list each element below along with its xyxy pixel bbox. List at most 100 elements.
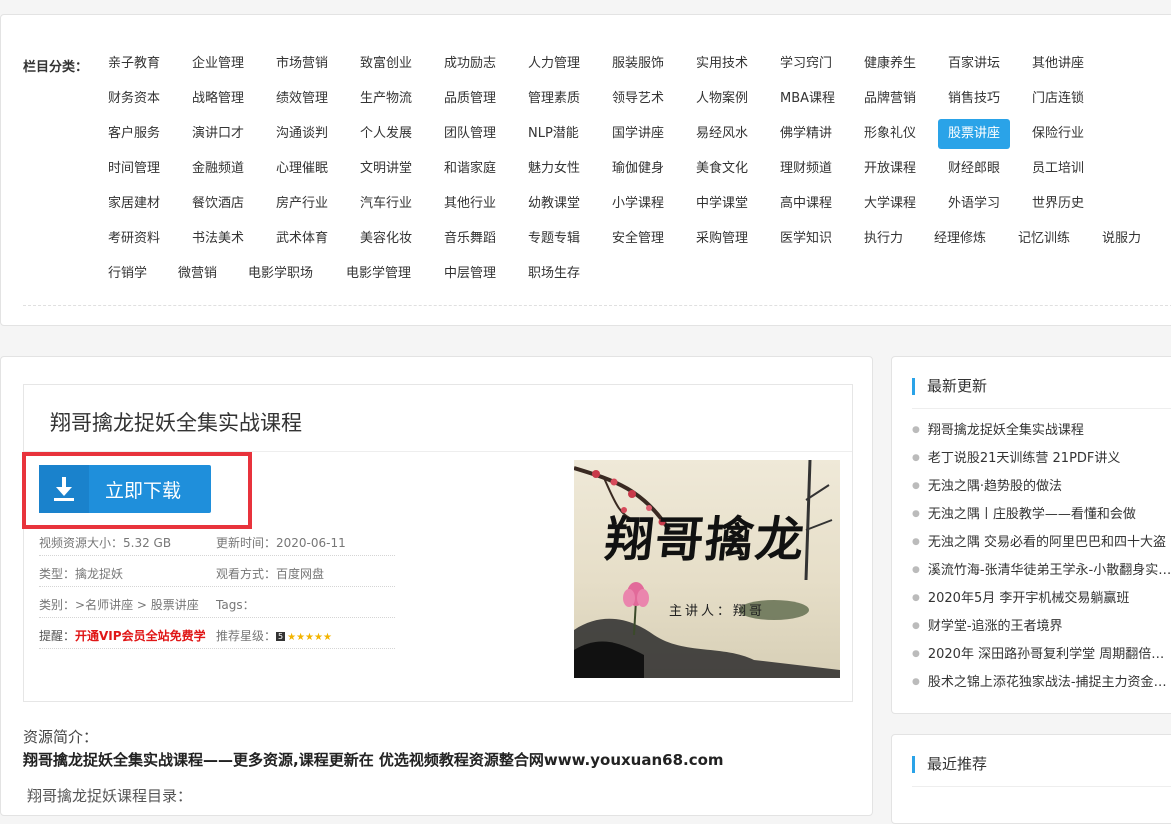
category-item[interactable]: 职场生存 <box>528 264 580 284</box>
category-item[interactable]: 瑜伽健身 <box>612 159 664 179</box>
category-item[interactable]: 沟通谈判 <box>276 124 328 144</box>
latest-update-item[interactable]: ● 溪流竹海-张清华徒弟王学永-小散翻身实战课 <box>912 559 1171 578</box>
category-item[interactable]: 微营销 <box>178 264 217 284</box>
category-item[interactable]: 国学讲座 <box>612 124 664 144</box>
category-item[interactable]: 团队管理 <box>444 124 496 144</box>
category-item-active[interactable]: 股票讲座 <box>938 119 1011 149</box>
category-item[interactable]: 文明讲堂 <box>360 159 412 179</box>
category-item[interactable]: 企业管理 <box>192 54 244 74</box>
latest-update-title: 翔哥擒龙捉妖全集实战课程 <box>927 423 1084 438</box>
category-item[interactable]: 魅力女性 <box>528 159 580 179</box>
category-item[interactable]: 书法美术 <box>192 229 244 249</box>
category-item[interactable]: 成功励志 <box>444 54 496 74</box>
category-item[interactable]: 品质管理 <box>444 89 496 109</box>
category-item[interactable]: 采购管理 <box>696 229 748 249</box>
category-item[interactable]: 市场营销 <box>276 54 328 74</box>
category-item[interactable]: 执行力 <box>864 229 903 249</box>
category-item[interactable]: 心理催眠 <box>276 159 328 179</box>
category-item[interactable]: 员工培训 <box>1032 159 1084 179</box>
category-item[interactable]: 音乐舞蹈 <box>444 229 496 249</box>
category-item[interactable]: 武术体育 <box>276 229 328 249</box>
category-item[interactable]: 健康养生 <box>864 54 916 74</box>
type-link[interactable]: 擒龙捉妖 <box>75 567 123 581</box>
category-item[interactable]: 理财频道 <box>780 159 832 179</box>
category-item[interactable]: 汽车行业 <box>360 194 412 214</box>
category-item[interactable]: 保险行业 <box>1032 124 1084 144</box>
latest-update-item[interactable]: ● 2020年 深田路孙哥复利学堂 周期翻倍战法 <box>912 643 1171 662</box>
category-item[interactable]: 品牌营销 <box>864 89 916 109</box>
category-item[interactable]: 佛学精讲 <box>780 124 832 144</box>
category-item[interactable]: 服装服饰 <box>612 54 664 74</box>
category-item[interactable]: 销售技巧 <box>948 89 1000 109</box>
category-item[interactable]: 小学课程 <box>612 194 664 214</box>
category-item[interactable]: 美食文化 <box>696 159 748 179</box>
category-item[interactable]: MBA课程 <box>780 89 835 109</box>
category-item[interactable]: 人力管理 <box>528 54 580 74</box>
intro-text: 翔哥擒龙捉妖全集实战课程——更多资源,课程更新在 优选视频教程资源整合网www.… <box>23 751 724 769</box>
bullet-icon: ● <box>912 593 920 603</box>
category-item[interactable]: 世界历史 <box>1032 194 1084 214</box>
category-item[interactable]: 电影学管理 <box>346 264 411 284</box>
category-item[interactable]: 美容化妆 <box>360 229 412 249</box>
category-item[interactable]: NLP潜能 <box>528 124 579 144</box>
category-item[interactable]: 电影学职场 <box>248 264 313 284</box>
category-item[interactable]: 经理修炼 <box>934 229 986 249</box>
latest-update-item[interactable]: ● 财学堂-追涨的王者境界 <box>912 615 1171 634</box>
category-item[interactable]: 致富创业 <box>360 54 412 74</box>
category-item[interactable]: 演讲口才 <box>192 124 244 144</box>
latest-update-item[interactable]: ● 无浊之隅丨庄股教学——看懂和会做 <box>912 503 1171 522</box>
category-item[interactable]: 外语学习 <box>948 194 1000 214</box>
category-item[interactable]: 中学课堂 <box>696 194 748 214</box>
category-item[interactable]: 高中课程 <box>780 194 832 214</box>
category-item[interactable]: 医学知识 <box>780 229 832 249</box>
latest-updates-divider <box>912 408 1171 409</box>
category-item[interactable]: 人物案例 <box>696 89 748 109</box>
latest-update-item[interactable]: ● 无浊之隅 交易必看的阿里巴巴和四十大盗 <box>912 531 1171 550</box>
latest-update-item[interactable]: ● 翔哥擒龙捉妖全集实战课程 <box>912 419 1171 438</box>
category-item[interactable]: 绩效管理 <box>276 89 328 109</box>
category-item[interactable]: 餐饮酒店 <box>192 194 244 214</box>
category-item[interactable]: 考研资料 <box>108 229 160 249</box>
latest-update-item[interactable]: ● 无浊之隅·趋势股的做法 <box>912 475 1171 494</box>
category-item[interactable]: 幼教课堂 <box>528 194 580 214</box>
category-item[interactable]: 家居建材 <box>108 194 160 214</box>
category-item[interactable]: 领导艺术 <box>612 89 664 109</box>
category-item[interactable]: 记忆训练 <box>1018 229 1070 249</box>
category-item[interactable]: 生产物流 <box>360 89 412 109</box>
category-item[interactable]: 开放课程 <box>864 159 916 179</box>
latest-update-item[interactable]: ● 老丁说股21天训练营 21PDF讲义 <box>912 447 1171 466</box>
category-item[interactable]: 行销学 <box>108 264 147 284</box>
latest-update-item[interactable]: ● 股术之锦上添花独家战法-捕捉主力资金动向 <box>912 671 1171 690</box>
latest-update-item[interactable]: ● 2020年5月 李开宇机械交易躺赢班 <box>912 587 1171 606</box>
category-item[interactable]: 个人发展 <box>360 124 412 144</box>
category-item[interactable]: 说服力 <box>1102 229 1141 249</box>
latest-update-title: 2020年 深田路孙哥复利学堂 周期翻倍战法 <box>927 647 1171 662</box>
category-item[interactable]: 管理素质 <box>528 89 580 109</box>
category-item[interactable]: 房产行业 <box>276 194 328 214</box>
category-breadcrumb[interactable]: 类别：>名师讲座 > 股票讲座 <box>39 596 199 613</box>
category-item[interactable]: 百家讲坛 <box>948 54 1000 74</box>
latest-update-title: 溪流竹海-张清华徒弟王学永-小散翻身实战课 <box>927 563 1171 578</box>
download-button[interactable]: 立即下载 <box>39 465 211 513</box>
category-item[interactable]: 亲子教育 <box>108 54 160 74</box>
category-panel: 栏目分类： 亲子教育 企业管理 市场营销 致富创业 成功励志 人力管理 服装服饰 实用技术 学习… <box>0 14 1171 326</box>
category-item[interactable]: 和谐家庭 <box>444 159 496 179</box>
category-item[interactable]: 财经郎眼 <box>948 159 1000 179</box>
category-item[interactable]: 战略管理 <box>192 89 244 109</box>
category-item[interactable]: 实用技术 <box>696 54 748 74</box>
category-item[interactable]: 门店连锁 <box>1032 89 1084 109</box>
category-item[interactable]: 其他讲座 <box>1032 54 1084 74</box>
category-item[interactable]: 其他行业 <box>444 194 496 214</box>
category-item[interactable]: 形象礼仪 <box>864 124 916 144</box>
category-item[interactable]: 时间管理 <box>108 159 160 179</box>
category-item[interactable]: 专题专辑 <box>528 229 580 249</box>
category-item[interactable]: 金融频道 <box>192 159 244 179</box>
category-item[interactable]: 客户服务 <box>108 124 160 144</box>
category-item[interactable]: 财务资本 <box>108 89 160 109</box>
category-item[interactable]: 易经风水 <box>696 124 748 144</box>
category-item[interactable]: 大学课程 <box>864 194 916 214</box>
category-item[interactable]: 学习窍门 <box>780 54 832 74</box>
category-item[interactable]: 安全管理 <box>612 229 664 249</box>
vip-tip[interactable]: 提醒：开通VIP会员全站免费学 <box>39 627 206 644</box>
category-item[interactable]: 中层管理 <box>444 264 496 284</box>
